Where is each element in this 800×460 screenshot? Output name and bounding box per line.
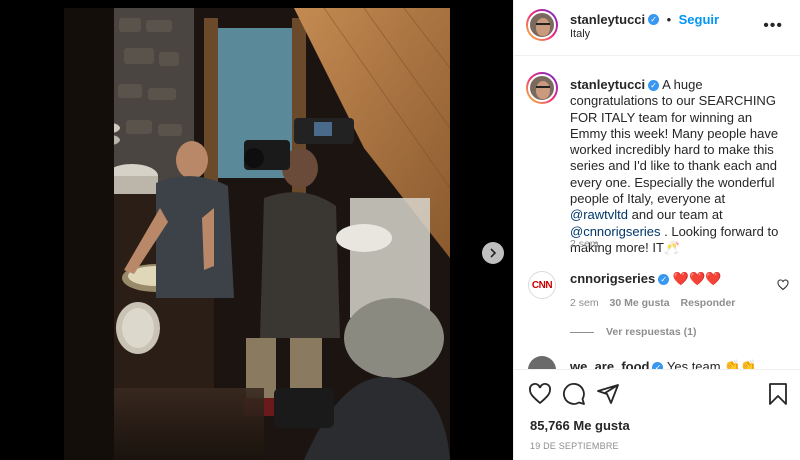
post-header: stanleytucci ✓ • Seguir Italy •••: [514, 0, 800, 56]
mention-rawtvltd[interactable]: @rawtvltd: [570, 207, 628, 222]
caption: stanleytucci ✓ A huge congratulations to …: [570, 77, 784, 256]
share-icon[interactable]: [596, 382, 620, 406]
post-location[interactable]: Italy: [570, 28, 590, 40]
comment-2-text: Yes team 👏👏: [666, 359, 757, 369]
more-options-icon[interactable]: •••: [763, 17, 783, 35]
action-bar: 85,766 Me gusta 19 DE SEPTIEMBRE: [514, 369, 800, 460]
likes-count[interactable]: 85,766 Me gusta: [530, 418, 630, 433]
author-username[interactable]: stanleytucci: [570, 12, 645, 27]
bookmark-icon[interactable]: [766, 382, 790, 406]
comment-1-username[interactable]: cnnorigseries: [570, 271, 655, 286]
caption-text-2: and our team at: [628, 207, 723, 223]
verified-icon: ✓: [658, 274, 670, 286]
follow-button[interactable]: Seguir: [679, 12, 719, 27]
comment-1-text: ❤️❤️❤️: [672, 271, 722, 286]
post-photo[interactable]: [64, 8, 450, 460]
author-avatar[interactable]: [526, 9, 558, 41]
replies-line: [570, 331, 594, 333]
comment-like-icon[interactable]: [777, 279, 789, 294]
cnn-avatar[interactable]: CNN: [528, 271, 556, 299]
comment-1-likes[interactable]: 30 Me gusta: [610, 297, 670, 309]
verified-icon: ✓: [648, 80, 660, 92]
verified-icon: ✓: [652, 362, 664, 369]
reply-button[interactable]: Responder: [681, 297, 736, 309]
cnn-logo: CNN: [531, 279, 553, 291]
view-replies-label[interactable]: Ver respuestas (1): [606, 326, 696, 338]
caption-time[interactable]: 2 sem: [570, 238, 599, 250]
post-date[interactable]: 19 DE SEPTIEMBRE: [530, 441, 619, 451]
separator-dot: •: [666, 12, 672, 27]
comments-section: stanleytucci ✓ A huge congratulations to …: [514, 57, 800, 369]
mention-cnnorigseries[interactable]: @cnnorigseries: [570, 224, 661, 239]
comment-2-username[interactable]: we_are_food: [570, 359, 649, 369]
media-area: [0, 0, 513, 460]
caption-text-1: A huge congratulations to our SEARCHING …: [570, 77, 779, 207]
header-user-line: stanleytucci ✓ • Seguir: [570, 11, 719, 29]
chevron-right-icon: [490, 248, 497, 258]
comment-2-avatar[interactable]: [528, 356, 556, 369]
post-panel: stanleytucci ✓ • Seguir Italy ••• stanley…: [513, 0, 800, 460]
kitchen-scene-image: [64, 8, 450, 460]
comment-1: cnnorigseries ✓ ❤️❤️❤️: [570, 271, 770, 287]
verified-icon: ✓: [648, 14, 660, 26]
comment-1-time[interactable]: 2 sem: [570, 297, 599, 309]
next-photo-button[interactable]: [482, 242, 504, 264]
comment-icon[interactable]: [562, 382, 586, 406]
comment-2: we_are_food ✓ Yes team 👏👏: [570, 359, 790, 369]
view-replies[interactable]: Ver respuestas (1): [570, 326, 696, 338]
caption-avatar[interactable]: [526, 72, 558, 104]
heart-icon[interactable]: [528, 382, 552, 406]
caption-username[interactable]: stanleytucci: [570, 77, 645, 92]
comment-1-meta: 2 sem 30 Me gusta Responder: [570, 297, 735, 309]
